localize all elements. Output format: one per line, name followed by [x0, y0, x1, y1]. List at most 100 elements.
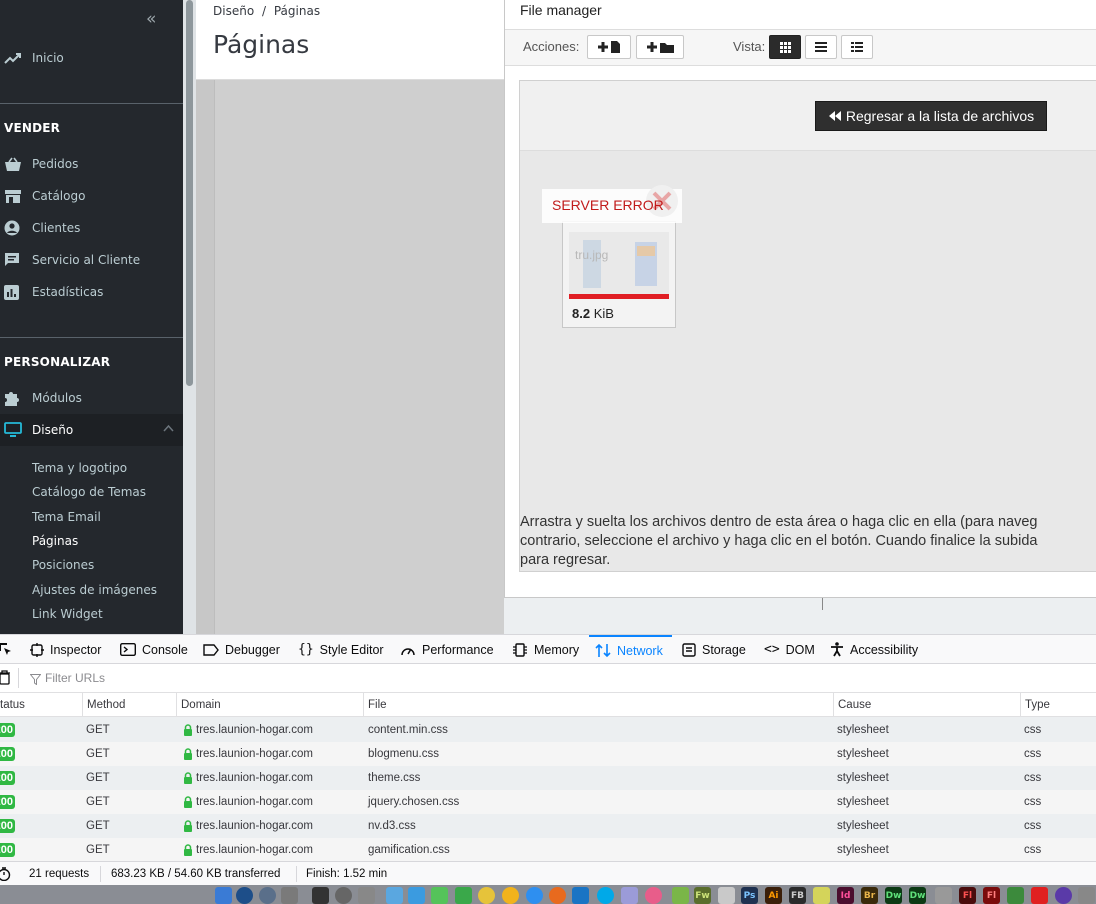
firefox-icon[interactable] — [549, 887, 566, 904]
flash-icon[interactable]: Fl — [983, 887, 1000, 904]
file-manager-dialog: File manager Acciones: Vista: Regresar a… — [504, 0, 1096, 610]
submenu-item-link-widget[interactable]: Link Widget — [32, 607, 103, 621]
filter-urls-input[interactable]: Filter URLs — [45, 671, 105, 685]
sidebar-scrollbar[interactable] — [183, 0, 196, 634]
table-row[interactable]: 200 GET tres.launion-hogar.com gamificat… — [0, 838, 1096, 862]
backward-icon — [828, 111, 841, 121]
safari-icon[interactable] — [526, 887, 543, 904]
breadcrumb-link-design[interactable]: Diseño — [213, 4, 254, 18]
submenu-item-theme-logo[interactable]: Tema y logotipo — [32, 461, 127, 475]
column-header-status[interactable]: tatus — [0, 693, 25, 717]
submenu-item-email-theme[interactable]: Tema Email — [32, 510, 101, 524]
app-icon[interactable] — [813, 887, 830, 904]
app-icon[interactable] — [408, 887, 425, 904]
desktop-icon — [0, 422, 26, 438]
flash-builder-icon[interactable]: FB — [789, 887, 806, 904]
bridge-icon[interactable]: Br — [861, 887, 878, 904]
table-row[interactable]: 200 GET tres.launion-hogar.com jquery.ch… — [0, 790, 1096, 814]
new-folder-button[interactable] — [636, 35, 684, 59]
column-header-cause[interactable]: Cause — [838, 693, 871, 717]
messages-icon[interactable] — [431, 887, 448, 904]
file-thumbnail-image — [569, 232, 669, 297]
tab-style-editor[interactable]: {} Style Editor — [298, 635, 384, 664]
app-icon[interactable] — [672, 887, 689, 904]
submenu-item-positions[interactable]: Posiciones — [32, 558, 94, 572]
submenu-item-theme-catalog[interactable]: Catálogo de Temas — [32, 485, 146, 499]
collapse-sidebar-button[interactable]: « — [146, 9, 156, 29]
tab-memory[interactable]: Memory — [512, 635, 579, 664]
view-grid-button[interactable] — [769, 35, 801, 59]
photoshop-icon[interactable]: Ps — [741, 887, 758, 904]
app-icon[interactable] — [1078, 887, 1095, 904]
dreamweaver-icon[interactable]: Dw — [885, 887, 902, 904]
fireworks-icon[interactable]: Fw — [694, 887, 711, 904]
column-separator[interactable] — [82, 693, 83, 717]
back-to-file-list-button[interactable]: Regresar a la lista de archivos — [815, 101, 1047, 131]
drop-zone[interactable]: Regresar a la lista de archivos tru.jpg … — [519, 80, 1096, 572]
sidebar-item-home[interactable]: Inicio — [0, 47, 183, 69]
column-separator[interactable] — [176, 693, 177, 717]
submenu-item-image-settings[interactable]: Ajustes de imágenes — [32, 583, 157, 597]
app-icon[interactable] — [335, 887, 352, 904]
itunes-icon[interactable] — [645, 887, 662, 904]
indesign-icon[interactable]: Id — [837, 887, 854, 904]
sidebar-item-orders[interactable]: Pedidos — [0, 153, 183, 175]
illustrator-icon[interactable]: Ai — [765, 887, 782, 904]
view-columns-button[interactable] — [841, 35, 873, 59]
dreamweaver-icon[interactable]: Dw — [909, 887, 926, 904]
tab-network[interactable]: Network — [589, 635, 672, 664]
file-preview-card[interactable]: tru.jpg 8.2 KiB — [562, 221, 676, 328]
tab-inspector[interactable]: Inspector — [30, 635, 101, 664]
app-icon[interactable] — [1007, 887, 1024, 904]
tab-debugger[interactable]: Debugger — [203, 635, 280, 664]
sidebar-item-customers[interactable]: Clientes — [0, 217, 183, 239]
tab-console[interactable]: Console — [120, 635, 188, 664]
app-icon[interactable] — [386, 887, 403, 904]
tab-performance[interactable]: Performance — [400, 635, 494, 664]
column-header-method[interactable]: Method — [87, 693, 125, 717]
launchpad-icon[interactable] — [259, 887, 276, 904]
table-row[interactable]: 200 GET tres.launion-hogar.com blogmenu.… — [0, 742, 1096, 766]
app-icon[interactable] — [1055, 887, 1072, 904]
app-icon[interactable] — [621, 887, 638, 904]
tab-accessibility[interactable]: Accessibility — [830, 635, 918, 664]
chrome-icon[interactable] — [478, 887, 495, 904]
finder-icon[interactable] — [215, 887, 232, 904]
app-icon[interactable] — [358, 887, 375, 904]
table-row[interactable]: 200 GET tres.launion-hogar.com content.m… — [0, 718, 1096, 742]
upload-file-button[interactable] — [587, 35, 631, 59]
skype-icon[interactable] — [597, 887, 614, 904]
app-icon[interactable] — [312, 887, 329, 904]
sidebar-item-customer-service[interactable]: Servicio al Cliente — [0, 249, 183, 271]
column-header-domain[interactable]: Domain — [181, 693, 221, 717]
view-list-button[interactable] — [805, 35, 837, 59]
table-row[interactable]: 200 GET tres.launion-hogar.com nv.d3.css… — [0, 814, 1096, 838]
modal-backdrop — [196, 80, 504, 634]
scrollbar-thumb[interactable] — [186, 0, 193, 386]
sidebar-item-stats[interactable]: Estadísticas — [0, 281, 183, 303]
column-separator[interactable] — [363, 693, 364, 717]
column-separator[interactable] — [833, 693, 834, 717]
trash-icon[interactable] — [0, 670, 11, 690]
siri-icon[interactable] — [236, 887, 253, 904]
app-icon[interactable] — [935, 887, 952, 904]
column-separator[interactable] — [1020, 693, 1021, 717]
tab-dom[interactable]: <> DOM — [764, 635, 815, 664]
column-header-type[interactable]: Type — [1025, 693, 1050, 717]
youtube-icon[interactable] — [1031, 887, 1048, 904]
app-icon[interactable] — [281, 887, 298, 904]
tab-storage[interactable]: Storage — [682, 635, 746, 664]
sidebar-item-modules[interactable]: Módulos — [0, 387, 183, 409]
app-icon[interactable] — [572, 887, 589, 904]
app-icon[interactable] — [718, 887, 735, 904]
facetime-icon[interactable] — [455, 887, 472, 904]
table-row[interactable]: 200 GET tres.launion-hogar.com theme.css… — [0, 766, 1096, 790]
sidebar-item-catalog[interactable]: Catálogo — [0, 185, 183, 207]
add-folder-icon — [647, 42, 674, 53]
sidebar-item-design[interactable]: Diseño — [0, 414, 183, 446]
element-picker-icon[interactable] — [0, 642, 12, 661]
flash-icon[interactable]: Fl — [959, 887, 976, 904]
app-icon[interactable] — [502, 887, 519, 904]
submenu-item-pages[interactable]: Páginas — [32, 534, 78, 548]
column-header-file[interactable]: File — [368, 693, 387, 717]
